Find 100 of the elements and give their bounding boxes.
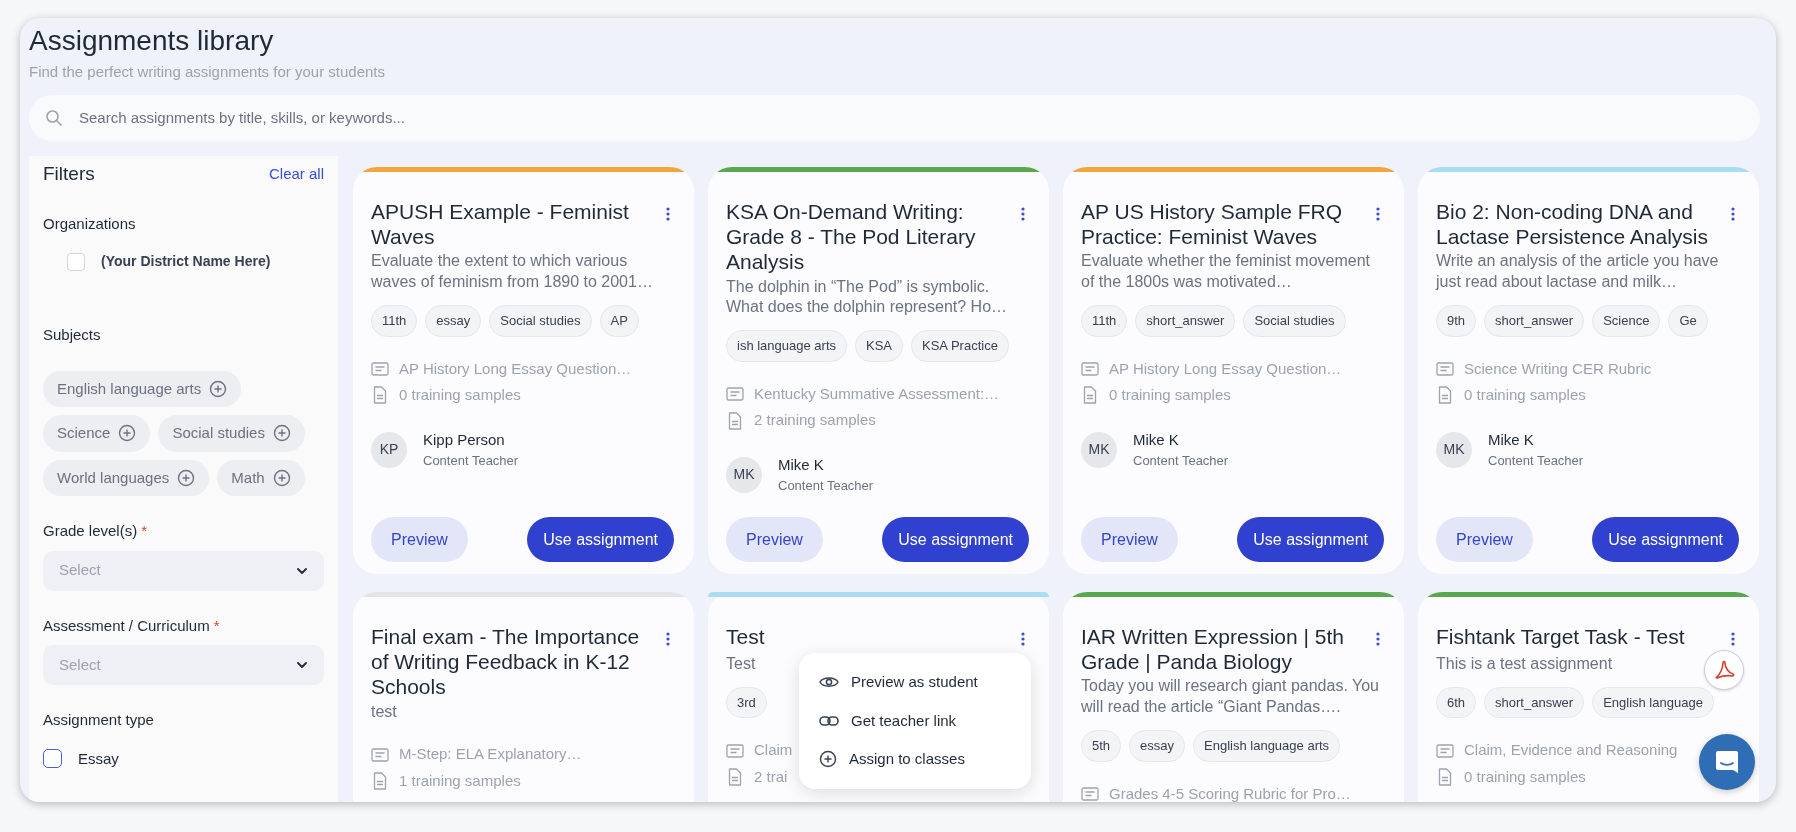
- preview-button[interactable]: Preview: [726, 517, 823, 563]
- menu-item[interactable]: Get teacher link: [799, 701, 1031, 741]
- kebab-menu-icon: [1021, 631, 1025, 646]
- author-name: Mike K: [1488, 429, 1535, 450]
- author-name: Kipp Person: [423, 429, 506, 450]
- filters-heading: Filters: [43, 162, 95, 187]
- section-label: Subjects: [43, 325, 102, 346]
- tag: AP: [599, 305, 639, 337]
- card-title: Bio 2: Non-coding DNA and Lactase Persistence Analysis: [1436, 199, 1709, 250]
- tag: 11th: [371, 305, 418, 337]
- link-icon: [819, 714, 839, 727]
- search-bar[interactable]: Search assignments by title, skills, or keywords...: [29, 95, 1760, 142]
- rubric-icon: [1436, 361, 1454, 376]
- rubric-icon: [726, 387, 744, 401]
- tag: essay: [425, 305, 482, 337]
- tag: Social studies: [489, 305, 592, 337]
- tag: 9th: [1436, 305, 1477, 337]
- document-icon: [728, 411, 742, 430]
- kebab-menu-icon: [666, 631, 670, 646]
- document-icon: [1438, 386, 1452, 405]
- training-samples: 0 training samples: [1464, 385, 1586, 406]
- kebab-menu-icon: [1731, 631, 1735, 646]
- rubric-icon: [371, 361, 389, 376]
- training-samples: 0 training samples: [1109, 385, 1231, 406]
- tag: English language arts: [1193, 730, 1341, 762]
- use-assignment-button[interactable]: Use assignment: [527, 517, 674, 563]
- subject-chip[interactable]: Math: [217, 459, 305, 497]
- rubric-name: AP History Long Essay Question…: [1109, 358, 1342, 379]
- training-samples: 2 trai: [754, 766, 788, 787]
- page-title: Assignments library: [29, 24, 275, 58]
- tag: 5th: [1081, 730, 1122, 762]
- kebab-menu-icon: [1021, 206, 1025, 221]
- tag: 3rd: [726, 686, 767, 719]
- card-title: Fishtank Target Task - Test: [1436, 624, 1685, 650]
- checkbox[interactable]: [43, 749, 62, 769]
- kebab-menu-icon: [666, 206, 670, 221]
- tag: short_answer: [1135, 305, 1236, 337]
- subject-chip[interactable]: English language arts: [43, 370, 242, 408]
- card-title: Final exam - The Importance of Writing Feedback in K-12 Schools: [371, 624, 641, 700]
- plus-circle-icon: [177, 468, 196, 487]
- required-mark: *: [213, 615, 220, 636]
- plus-circle-icon: [819, 750, 837, 769]
- author-role: Content Teacher: [423, 452, 519, 471]
- avatar: MK: [726, 456, 762, 493]
- search-field[interactable]: Search assignments by title, skills, or keywords...: [77, 105, 1744, 131]
- rubric-name: Claim: [754, 740, 793, 761]
- rubric-name: Grades 4-5 Scoring Rubric for Pro…: [1109, 783, 1351, 802]
- tag: ish language arts: [726, 330, 847, 362]
- search-icon: [45, 109, 63, 128]
- document-icon: [1438, 768, 1452, 787]
- kebab-menu-icon: [1376, 631, 1380, 646]
- card-description: Evaluate the extent to which various waves of feminism from 1890 to 2001…: [371, 251, 654, 293]
- training-samples: 0 training samples: [399, 385, 521, 406]
- use-assignment-button[interactable]: Use assignment: [882, 517, 1029, 563]
- tag: 11th: [1081, 305, 1128, 337]
- avatar: MK: [1081, 431, 1117, 468]
- rubric-name: AP History Long Essay Question…: [399, 358, 632, 379]
- card-title: AP US History Sample FRQ Practice: Feminist Waves: [1081, 199, 1343, 250]
- page-subtitle: Find the perfect writing assignments for your students: [29, 61, 386, 82]
- field-label: Assessment / Curriculum: [43, 615, 210, 636]
- tag: KSA Practice: [911, 330, 1009, 362]
- field-label: Grade level(s): [43, 521, 138, 542]
- card-description: The dolphin in “The Pod” is symbolic. What does the dolphin represent? Ho…: [726, 276, 1009, 318]
- preview-button[interactable]: Preview: [1081, 517, 1178, 563]
- kebab-menu-icon: [1731, 206, 1735, 221]
- document-icon: [373, 772, 387, 791]
- author-name: Mike K: [778, 454, 825, 475]
- subject-chip[interactable]: Science: [43, 415, 151, 452]
- rubric-icon: [371, 747, 389, 762]
- rubric-name: M-Step: ELA Explanatory…: [399, 744, 582, 765]
- tag: 6th: [1436, 686, 1477, 719]
- acrobat-icon: [1713, 659, 1735, 681]
- author-name: Mike K: [1133, 429, 1180, 450]
- menu-item[interactable]: Preview as student: [799, 663, 1031, 702]
- rubric-name: Science Writing CER Rubric: [1464, 358, 1652, 379]
- section-label: Organizations: [43, 213, 137, 234]
- card-title: KSA On-Demand Writing: Grade 8 - The Pod Literary Analysis: [726, 199, 977, 275]
- document-icon: [1083, 386, 1097, 405]
- rubric-name: Claim, Evidence and Reasoning: [1464, 740, 1678, 761]
- subject-chip[interactable]: World languages: [43, 459, 210, 497]
- chat-icon: [1714, 749, 1740, 775]
- tag: short_answer: [1484, 686, 1585, 719]
- training-samples: 0 training samples: [1464, 766, 1586, 787]
- author-role: Content Teacher: [778, 477, 874, 496]
- menu-item[interactable]: Assign to classes: [799, 740, 1031, 779]
- preview-button[interactable]: Preview: [1436, 517, 1533, 563]
- subject-chip[interactable]: Social studies: [158, 415, 305, 452]
- card-description: Evaluate whether the feminist movement of the 1800s was motivated…: [1081, 251, 1372, 293]
- plus-circle-icon: [272, 424, 291, 443]
- training-samples: 2 training samples: [754, 410, 876, 431]
- card-title: IAR Written Expression | 5th Grade | Panda Biology: [1081, 624, 1345, 675]
- rubric-icon: [726, 743, 744, 758]
- card-description: This is a test assignment: [1436, 654, 1613, 675]
- rubric-icon: [1081, 361, 1099, 376]
- training-samples: 1 training samples: [399, 770, 521, 791]
- use-assignment-button[interactable]: Use assignment: [1592, 517, 1739, 563]
- use-assignment-button[interactable]: Use assignment: [1237, 517, 1384, 563]
- preview-button[interactable]: Preview: [371, 517, 468, 563]
- clear-all-link[interactable]: Clear all: [268, 163, 324, 186]
- card-description: Today you will research giant pandas. You will read the article “Giant Pandas….: [1081, 676, 1380, 718]
